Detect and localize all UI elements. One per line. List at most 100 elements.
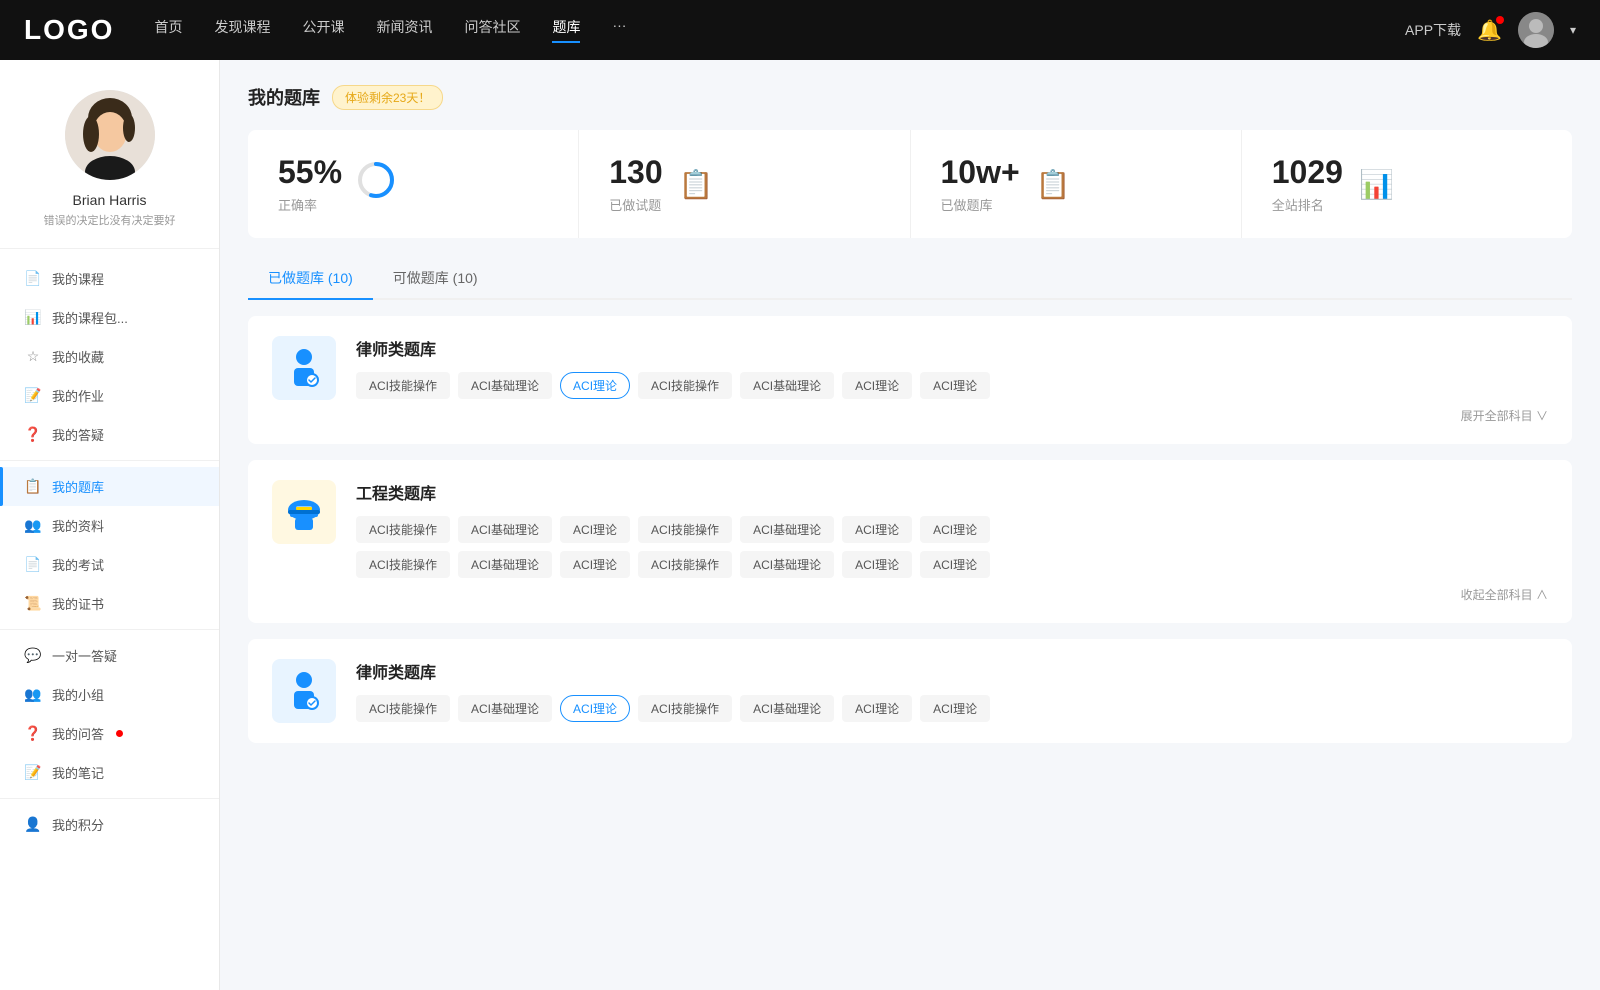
my-cert-icon: 📜 <box>24 595 42 613</box>
sidebar-menu: 📄 我的课程 📊 我的课程包... ☆ 我的收藏 📝 我的作业 ❓ 我的答疑 � <box>0 249 219 854</box>
tag-1-1[interactable]: ACI基础理论 <box>458 372 552 399</box>
nav-news[interactable]: 新闻资讯 <box>376 17 432 43</box>
rank-icon: 📊 <box>1359 168 1394 201</box>
qbank-title-1: 律师类题库 <box>356 336 1548 360</box>
tag-1-3[interactable]: ACI技能操作 <box>638 372 732 399</box>
qbank-title-3: 律师类题库 <box>356 659 1548 683</box>
sidebar: Brian Harris 错误的决定比没有决定要好 📄 我的课程 📊 我的课程包… <box>0 60 220 990</box>
tag-1-0[interactable]: ACI技能操作 <box>356 372 450 399</box>
tag-1-6[interactable]: ACI理论 <box>920 372 990 399</box>
tag-3-0[interactable]: ACI技能操作 <box>356 695 450 722</box>
my-collect-icon: ☆ <box>24 348 42 366</box>
tag-2-r2-4[interactable]: ACI基础理论 <box>740 551 834 578</box>
qbank-content-1: 律师类题库 ACI技能操作 ACI基础理论 ACI理论 ACI技能操作 ACI基… <box>356 336 1548 424</box>
page-header: 我的题库 体验剩余23天！ <box>248 84 1572 110</box>
qbank-tags-2-row1: ACI技能操作 ACI基础理论 ACI理论 ACI技能操作 ACI基础理论 AC… <box>356 516 1548 543</box>
tab-done[interactable]: 已做题库 (10) <box>248 258 373 300</box>
navbar: LOGO 首页 发现课程 公开课 新闻资讯 问答社区 题库 ··· APP下载 … <box>0 0 1600 60</box>
done-questions-label: 已做试题 <box>609 195 662 214</box>
sidebar-item-my-group[interactable]: 👥 我的小组 <box>0 675 219 714</box>
user-avatar[interactable] <box>1518 12 1554 48</box>
main-content: 我的题库 体验剩余23天！ 55% 正确率 130 <box>220 60 1600 990</box>
accuracy-label: 正确率 <box>278 195 342 214</box>
sidebar-divider-3 <box>0 798 219 799</box>
tab-available[interactable]: 可做题库 (10) <box>373 258 498 300</box>
sidebar-item-my-questions[interactable]: ❓ 我的问答 <box>0 714 219 753</box>
accuracy-icon <box>358 162 394 206</box>
my-group-icon: 👥 <box>24 686 42 704</box>
notification-dot <box>1496 16 1504 24</box>
tag-2-r2-1[interactable]: ACI基础理论 <box>458 551 552 578</box>
tag-3-4[interactable]: ACI基础理论 <box>740 695 834 722</box>
sidebar-item-my-qbank[interactable]: 📋 我的题库 <box>0 467 219 506</box>
my-points-icon: 👤 <box>24 816 42 834</box>
user-dropdown[interactable]: ▾ <box>1570 23 1576 37</box>
tag-3-1[interactable]: ACI基础理论 <box>458 695 552 722</box>
tag-2-r2-3[interactable]: ACI技能操作 <box>638 551 732 578</box>
logo: LOGO <box>24 14 114 46</box>
stat-done-questions: 130 已做试题 📋 <box>579 130 910 238</box>
app-download[interactable]: APP下载 <box>1405 20 1461 40</box>
tag-2-1[interactable]: ACI基础理论 <box>458 516 552 543</box>
notification-bell[interactable]: 🔔 <box>1477 18 1502 43</box>
sidebar-avatar <box>65 90 155 180</box>
sidebar-item-my-cert[interactable]: 📜 我的证书 <box>0 584 219 623</box>
sidebar-item-my-qa[interactable]: ❓ 我的答疑 <box>0 415 219 454</box>
qbank-item-3: 律师类题库 ACI技能操作 ACI基础理论 ACI理论 ACI技能操作 ACI基… <box>248 639 1572 743</box>
tag-2-0[interactable]: ACI技能操作 <box>356 516 450 543</box>
rank-label: 全站排名 <box>1272 195 1343 214</box>
expand-btn-1[interactable]: 展开全部科目 ∨ <box>356 407 1548 424</box>
my-exam-icon: 📄 <box>24 556 42 574</box>
nav-home[interactable]: 首页 <box>154 17 182 43</box>
qbank-content-3: 律师类题库 ACI技能操作 ACI基础理论 ACI理论 ACI技能操作 ACI基… <box>356 659 1548 722</box>
tag-1-4[interactable]: ACI基础理论 <box>740 372 834 399</box>
qbank-tags-1: ACI技能操作 ACI基础理论 ACI理论 ACI技能操作 ACI基础理论 AC… <box>356 372 1548 399</box>
qbank-item-2: 工程类题库 ACI技能操作 ACI基础理论 ACI理论 ACI技能操作 ACI基… <box>248 460 1572 623</box>
sidebar-item-my-profile[interactable]: 👥 我的资料 <box>0 506 219 545</box>
tag-2-r2-5[interactable]: ACI理论 <box>842 551 912 578</box>
tag-3-2[interactable]: ACI理论 <box>560 695 630 722</box>
sidebar-item-my-homework[interactable]: 📝 我的作业 <box>0 376 219 415</box>
nav-menu: 首页 发现课程 公开课 新闻资讯 问答社区 题库 ··· <box>154 17 1405 43</box>
sidebar-divider-1 <box>0 460 219 461</box>
tag-1-5[interactable]: ACI理论 <box>842 372 912 399</box>
sidebar-item-my-collect[interactable]: ☆ 我的收藏 <box>0 337 219 376</box>
tag-1-2[interactable]: ACI理论 <box>560 372 630 399</box>
tag-2-4[interactable]: ACI基础理论 <box>740 516 834 543</box>
nav-public-course[interactable]: 公开课 <box>302 17 344 43</box>
qbank-icon-2 <box>272 480 336 544</box>
sidebar-divider-2 <box>0 629 219 630</box>
qbank-tags-2-row2: ACI技能操作 ACI基础理论 ACI理论 ACI技能操作 ACI基础理论 AC… <box>356 551 1548 578</box>
tag-2-r2-6[interactable]: ACI理论 <box>920 551 990 578</box>
nav-discover[interactable]: 发现课程 <box>214 17 270 43</box>
sidebar-item-my-points[interactable]: 👤 我的积分 <box>0 805 219 844</box>
page-layout: Brian Harris 错误的决定比没有决定要好 📄 我的课程 📊 我的课程包… <box>0 0 1600 990</box>
tag-2-3[interactable]: ACI技能操作 <box>638 516 732 543</box>
nav-more[interactable]: ··· <box>612 17 626 43</box>
collapse-btn-2[interactable]: 收起全部科目 ∧ <box>356 586 1548 603</box>
sidebar-item-my-notes[interactable]: 📝 我的笔记 <box>0 753 219 792</box>
sidebar-item-my-package[interactable]: 📊 我的课程包... <box>0 298 219 337</box>
accuracy-value: 55% <box>278 154 342 191</box>
nav-qa[interactable]: 问答社区 <box>464 17 520 43</box>
questions-badge <box>116 730 123 737</box>
tag-2-r2-0[interactable]: ACI技能操作 <box>356 551 450 578</box>
tag-2-6[interactable]: ACI理论 <box>920 516 990 543</box>
nav-qbank[interactable]: 题库 <box>552 17 580 43</box>
tag-3-5[interactable]: ACI理论 <box>842 695 912 722</box>
tag-3-3[interactable]: ACI技能操作 <box>638 695 732 722</box>
stat-done-banks: 10w+ 已做题库 📋 <box>911 130 1242 238</box>
tag-2-5[interactable]: ACI理论 <box>842 516 912 543</box>
my-profile-icon: 👥 <box>24 517 42 535</box>
tag-2-2[interactable]: ACI理论 <box>560 516 630 543</box>
sidebar-item-my-course[interactable]: 📄 我的课程 <box>0 259 219 298</box>
qbank-title-2: 工程类题库 <box>356 480 1548 504</box>
sidebar-item-one-on-one[interactable]: 💬 一对一答疑 <box>0 636 219 675</box>
tag-2-r2-2[interactable]: ACI理论 <box>560 551 630 578</box>
qbank-icon-3 <box>272 659 336 723</box>
sidebar-item-my-exam[interactable]: 📄 我的考试 <box>0 545 219 584</box>
sidebar-profile: Brian Harris 错误的决定比没有决定要好 <box>0 90 219 249</box>
tag-3-6[interactable]: ACI理论 <box>920 695 990 722</box>
done-questions-value: 130 <box>609 154 662 191</box>
my-package-icon: 📊 <box>24 309 42 327</box>
